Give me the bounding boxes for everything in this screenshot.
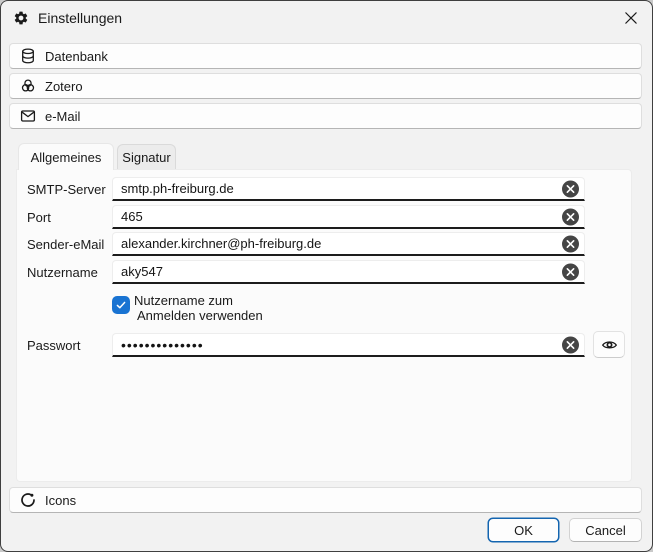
database-icon (20, 48, 36, 64)
check-icon (115, 299, 127, 311)
nutzername-label: Nutzername (27, 260, 98, 284)
smtp-server-field (112, 177, 585, 201)
clear-icon[interactable] (562, 180, 579, 197)
checkbox-label-line2: Anmelden verwenden (134, 308, 263, 323)
port-input[interactable] (113, 206, 584, 227)
mail-icon (20, 108, 36, 124)
nutzername-input[interactable] (113, 261, 584, 282)
tab-label: Allgemeines (31, 150, 102, 165)
section-header-email[interactable]: e-Mail (9, 103, 642, 129)
show-password-button[interactable] (593, 331, 625, 358)
eye-icon (601, 336, 618, 353)
section-label: Datenbank (45, 49, 108, 64)
smtp-server-label: SMTP-Server (27, 177, 106, 201)
title-bar: Einstellungen (1, 1, 652, 34)
section-header-datenbank[interactable]: Datenbank (9, 43, 642, 69)
refresh-icon (20, 492, 36, 508)
section-header-zotero[interactable]: Zotero (9, 73, 642, 99)
sender-email-field (112, 232, 585, 256)
nutzername-field (112, 260, 585, 284)
section-label: Zotero (45, 79, 83, 94)
section-label: e-Mail (45, 109, 80, 124)
tab-label: Signatur (122, 150, 170, 165)
port-field (112, 205, 585, 229)
clear-icon[interactable] (562, 235, 579, 252)
login-checkbox-row: Nutzername zum Anmelden verwenden (17, 293, 631, 327)
clear-icon[interactable] (562, 336, 579, 353)
settings-dialog: Einstellungen Datenbank Zotero e-Mail Al… (0, 0, 653, 552)
use-username-checkbox[interactable] (112, 296, 130, 314)
tab-signatur[interactable]: Signatur (117, 144, 176, 169)
checkbox-label-line1: Nutzername zum (134, 293, 263, 308)
window-title: Einstellungen (38, 10, 122, 26)
form-row-sender-email: Sender-eMail (17, 232, 631, 256)
tab-allgemeines[interactable]: Allgemeines (18, 143, 114, 170)
port-label: Port (27, 205, 51, 229)
email-settings-panel: SMTP-Server Port Sender-eMail Nutzername (16, 169, 632, 482)
form-row-nutzername: Nutzername (17, 260, 631, 284)
sender-email-input[interactable] (113, 233, 584, 254)
passwort-input[interactable] (113, 334, 584, 355)
cancel-button[interactable]: Cancel (569, 518, 642, 542)
close-icon[interactable] (622, 9, 640, 27)
sender-email-label: Sender-eMail (27, 232, 104, 256)
use-username-checkbox-label: Nutzername zum Anmelden verwenden (134, 293, 263, 323)
section-header-icons[interactable]: Icons (9, 487, 642, 513)
gear-icon (13, 10, 29, 26)
zotero-icon (20, 78, 36, 94)
passwort-field (112, 333, 585, 357)
smtp-server-input[interactable] (113, 178, 584, 199)
form-row-passwort: Passwort (17, 333, 631, 357)
form-row-port: Port (17, 205, 631, 229)
ok-button[interactable]: OK (488, 518, 559, 542)
clear-icon[interactable] (562, 263, 579, 280)
clear-icon[interactable] (562, 208, 579, 225)
section-label: Icons (45, 493, 76, 508)
passwort-label: Passwort (27, 333, 80, 357)
form-row-smtp: SMTP-Server (17, 177, 631, 201)
